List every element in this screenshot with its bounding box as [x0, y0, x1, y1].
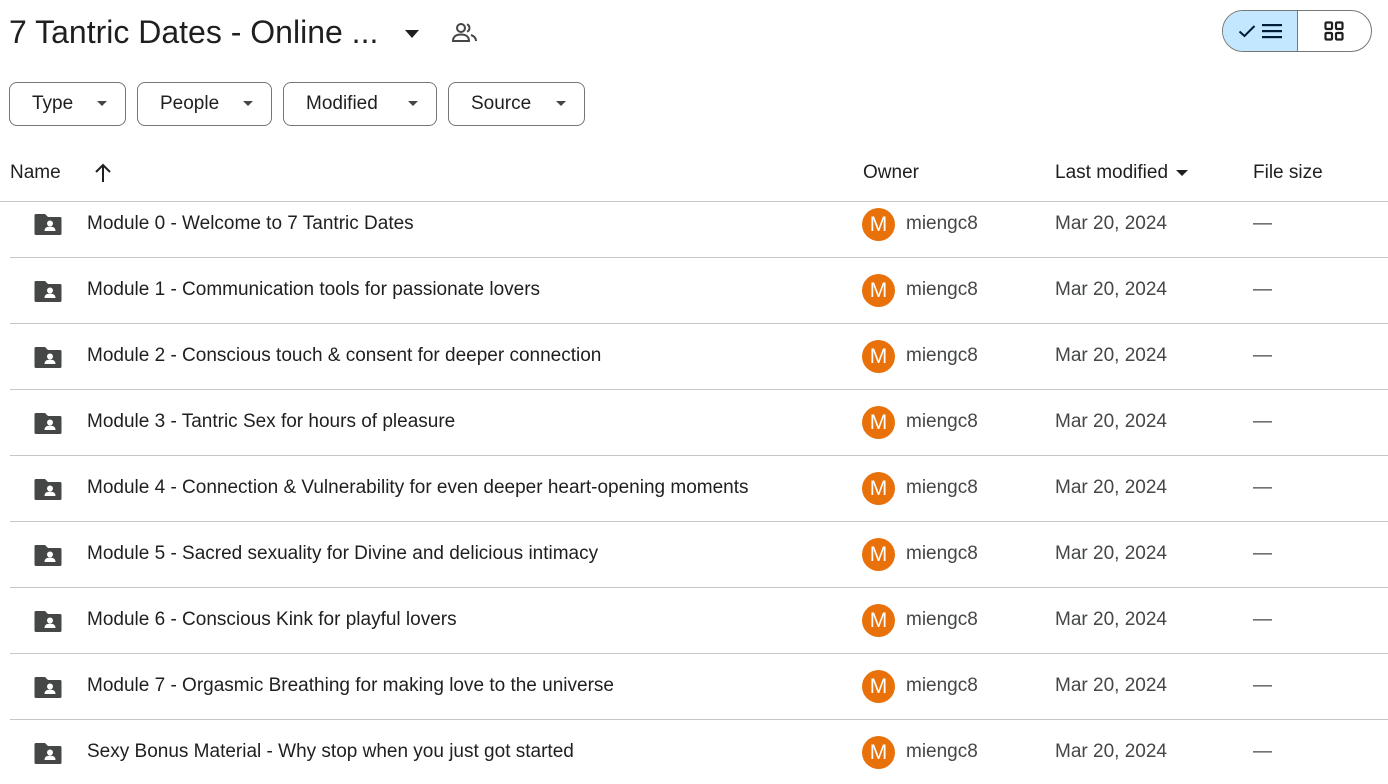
file-name: Module 5 - Sacred sexuality for Divine a…: [87, 543, 599, 564]
owner-name: miengc8: [906, 279, 978, 300]
arrow-drop-down-icon: [243, 101, 253, 106]
shared-folder-icon: [34, 281, 62, 302]
file-name: Module 1 - Communication tools for passi…: [87, 279, 541, 300]
drive-folder-view: 7 Tantric Dates - Online ... Type People…: [0, 0, 1388, 784]
list-icon: [1261, 24, 1282, 39]
owner-name: miengc8: [906, 345, 978, 366]
file-list: Module 0 - Welcome to 7 Tantric Dates M …: [10, 202, 1388, 784]
avatar: M: [862, 736, 895, 769]
column-name[interactable]: Name: [10, 162, 61, 184]
file-name: Module 7 - Orgasmic Breathing for making…: [87, 675, 614, 696]
table-row[interactable]: Sexy Bonus Material - Why stop when you …: [10, 720, 1388, 784]
shared-folder-icon: [34, 347, 62, 368]
owner-name: miengc8: [906, 213, 978, 234]
avatar: M: [862, 670, 895, 703]
owner-name: miengc8: [906, 543, 978, 564]
arrow-drop-down-icon[interactable]: [398, 20, 426, 48]
file-size: —: [1253, 741, 1272, 762]
folder-title[interactable]: 7 Tantric Dates - Online ...: [9, 10, 378, 54]
file-size: —: [1253, 411, 1272, 432]
modified-date: Mar 20, 2024: [1055, 741, 1167, 762]
shared-folder-icon: [34, 479, 62, 500]
file-name: Module 0 - Welcome to 7 Tantric Dates: [87, 213, 414, 234]
avatar: M: [862, 472, 895, 505]
owner-name: miengc8: [906, 477, 978, 498]
file-size: —: [1253, 213, 1272, 234]
table-row[interactable]: Module 2 - Conscious touch & consent for…: [10, 324, 1388, 390]
filter-people-chip[interactable]: People: [137, 82, 272, 126]
avatar: M: [862, 208, 895, 241]
owner-name: miengc8: [906, 411, 978, 432]
file-name: Module 2 - Conscious touch & consent for…: [87, 345, 602, 366]
filter-label: Modified: [306, 93, 378, 114]
modified-date: Mar 20, 2024: [1055, 675, 1167, 696]
owner-name: miengc8: [906, 675, 978, 696]
column-last-modified[interactable]: Last modified: [1055, 162, 1189, 184]
table-row[interactable]: Module 4 - Connection & Vulnerability fo…: [10, 456, 1388, 522]
grid-view-button[interactable]: [1298, 11, 1372, 51]
arrow-drop-down-icon: [556, 101, 566, 106]
column-file-size[interactable]: File size: [1253, 162, 1323, 184]
file-name: Module 4 - Connection & Vulnerability fo…: [87, 477, 749, 498]
header: 7 Tantric Dates - Online ...: [0, 0, 1388, 66]
table-row[interactable]: Module 7 - Orgasmic Breathing for making…: [10, 654, 1388, 720]
table-row[interactable]: Module 6 - Conscious Kink for playful lo…: [10, 588, 1388, 654]
file-size: —: [1253, 279, 1272, 300]
filter-label: Type: [32, 93, 74, 114]
view-toggle: [1222, 10, 1372, 52]
shared-folder-icon: [34, 611, 62, 632]
shared-folder-icon: [34, 743, 62, 764]
filter-label: Source: [471, 93, 532, 114]
people-outline-icon[interactable]: [450, 18, 480, 48]
shared-folder-icon: [34, 214, 62, 235]
table-row[interactable]: Module 1 - Communication tools for passi…: [10, 258, 1388, 324]
table-row[interactable]: Module 5 - Sacred sexuality for Divine a…: [10, 522, 1388, 588]
file-size: —: [1253, 543, 1272, 564]
list-view-button[interactable]: [1223, 11, 1298, 51]
avatar: M: [862, 406, 895, 439]
arrow-drop-down-icon: [97, 101, 107, 106]
modified-date: Mar 20, 2024: [1055, 609, 1167, 630]
shared-folder-icon: [34, 413, 62, 434]
avatar: M: [862, 604, 895, 637]
check-icon: [1238, 25, 1255, 38]
file-name: Module 3 - Tantric Sex for hours of plea…: [87, 411, 456, 432]
filter-type-chip[interactable]: Type: [9, 82, 126, 126]
grid-view-icon: [1324, 21, 1344, 41]
file-size: —: [1253, 477, 1272, 498]
column-last-modified-label: Last modified: [1055, 162, 1169, 183]
shared-folder-icon: [34, 545, 62, 566]
column-owner[interactable]: Owner: [863, 162, 919, 184]
file-name: Module 6 - Conscious Kink for playful lo…: [87, 609, 457, 630]
modified-date: Mar 20, 2024: [1055, 411, 1167, 432]
filter-label: People: [160, 93, 220, 114]
file-size: —: [1253, 345, 1272, 366]
shared-folder-icon: [34, 677, 62, 698]
column-header: Name Owner Last modified File size: [0, 150, 1388, 202]
table-row[interactable]: Module 0 - Welcome to 7 Tantric Dates M …: [10, 202, 1388, 258]
file-size: —: [1253, 609, 1272, 630]
sort-desc-icon: [1176, 169, 1189, 176]
avatar: M: [862, 538, 895, 571]
owner-name: miengc8: [906, 741, 978, 762]
modified-date: Mar 20, 2024: [1055, 477, 1167, 498]
arrow-drop-down-icon: [408, 101, 418, 106]
modified-date: Mar 20, 2024: [1055, 213, 1167, 234]
table-row[interactable]: Module 3 - Tantric Sex for hours of plea…: [10, 390, 1388, 456]
modified-date: Mar 20, 2024: [1055, 279, 1167, 300]
modified-date: Mar 20, 2024: [1055, 543, 1167, 564]
file-name: Sexy Bonus Material - Why stop when you …: [87, 741, 574, 762]
arrow-upward-icon[interactable]: [90, 160, 116, 186]
modified-date: Mar 20, 2024: [1055, 345, 1167, 366]
owner-name: miengc8: [906, 609, 978, 630]
filter-source-chip[interactable]: Source: [448, 82, 585, 126]
filter-modified-chip[interactable]: Modified: [283, 82, 437, 126]
avatar: M: [862, 274, 895, 307]
avatar: M: [862, 340, 895, 373]
file-size: —: [1253, 675, 1272, 696]
